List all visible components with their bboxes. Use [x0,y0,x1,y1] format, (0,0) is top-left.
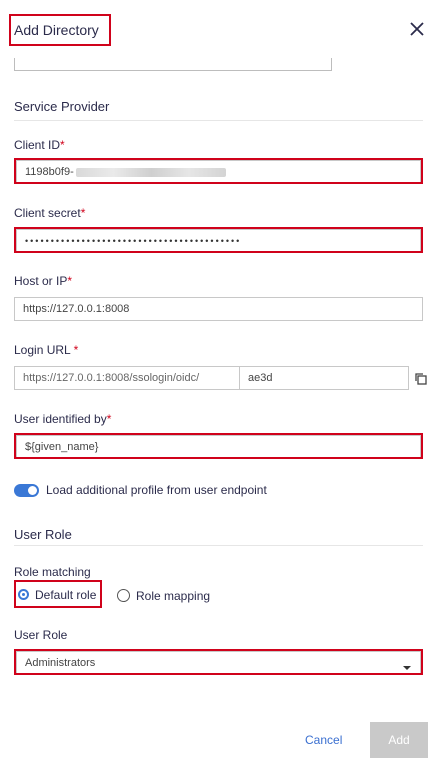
radio-role-mapping[interactable]: Role mapping [116,588,226,604]
login-url-input[interactable]: ae3d [239,366,409,390]
close-icon[interactable] [407,19,427,39]
login-url-prefix: https://127.0.0.1:8008/ssologin/oidc/ [14,366,240,390]
section-heading-service-provider: Service Provider [14,99,110,114]
highlight-box [9,14,111,46]
section-heading-user-role: User Role [14,527,72,542]
toggle-knob [28,486,37,495]
client-id-label: Client ID* [14,138,65,152]
highlight-box [14,227,423,253]
load-profile-label: Load additional profile from user endpoi… [46,483,267,497]
section-divider [14,120,423,121]
load-profile-toggle[interactable] [14,484,39,497]
user-identified-label: User identified by* [14,412,112,426]
user-role-label: User Role [14,628,68,642]
highlight-box [14,649,423,675]
highlight-box [14,580,102,608]
copy-icon[interactable] [414,372,428,386]
add-button[interactable]: Add [370,722,428,758]
section-divider [14,545,423,546]
highlight-box [14,433,423,459]
scrolled-field-bottom [14,58,332,71]
host-label: Host or IP* [14,274,73,288]
login-url-label: Login URL * [14,343,79,357]
cancel-button[interactable]: Cancel [305,733,342,747]
host-input[interactable]: https://127.0.0.1:8008 [14,297,423,321]
radio-unselected-icon [117,589,130,602]
highlight-box [14,158,423,184]
client-secret-label: Client secret* [14,206,86,220]
radio-label: Role mapping [136,589,211,603]
role-matching-label: Role matching [14,565,91,579]
